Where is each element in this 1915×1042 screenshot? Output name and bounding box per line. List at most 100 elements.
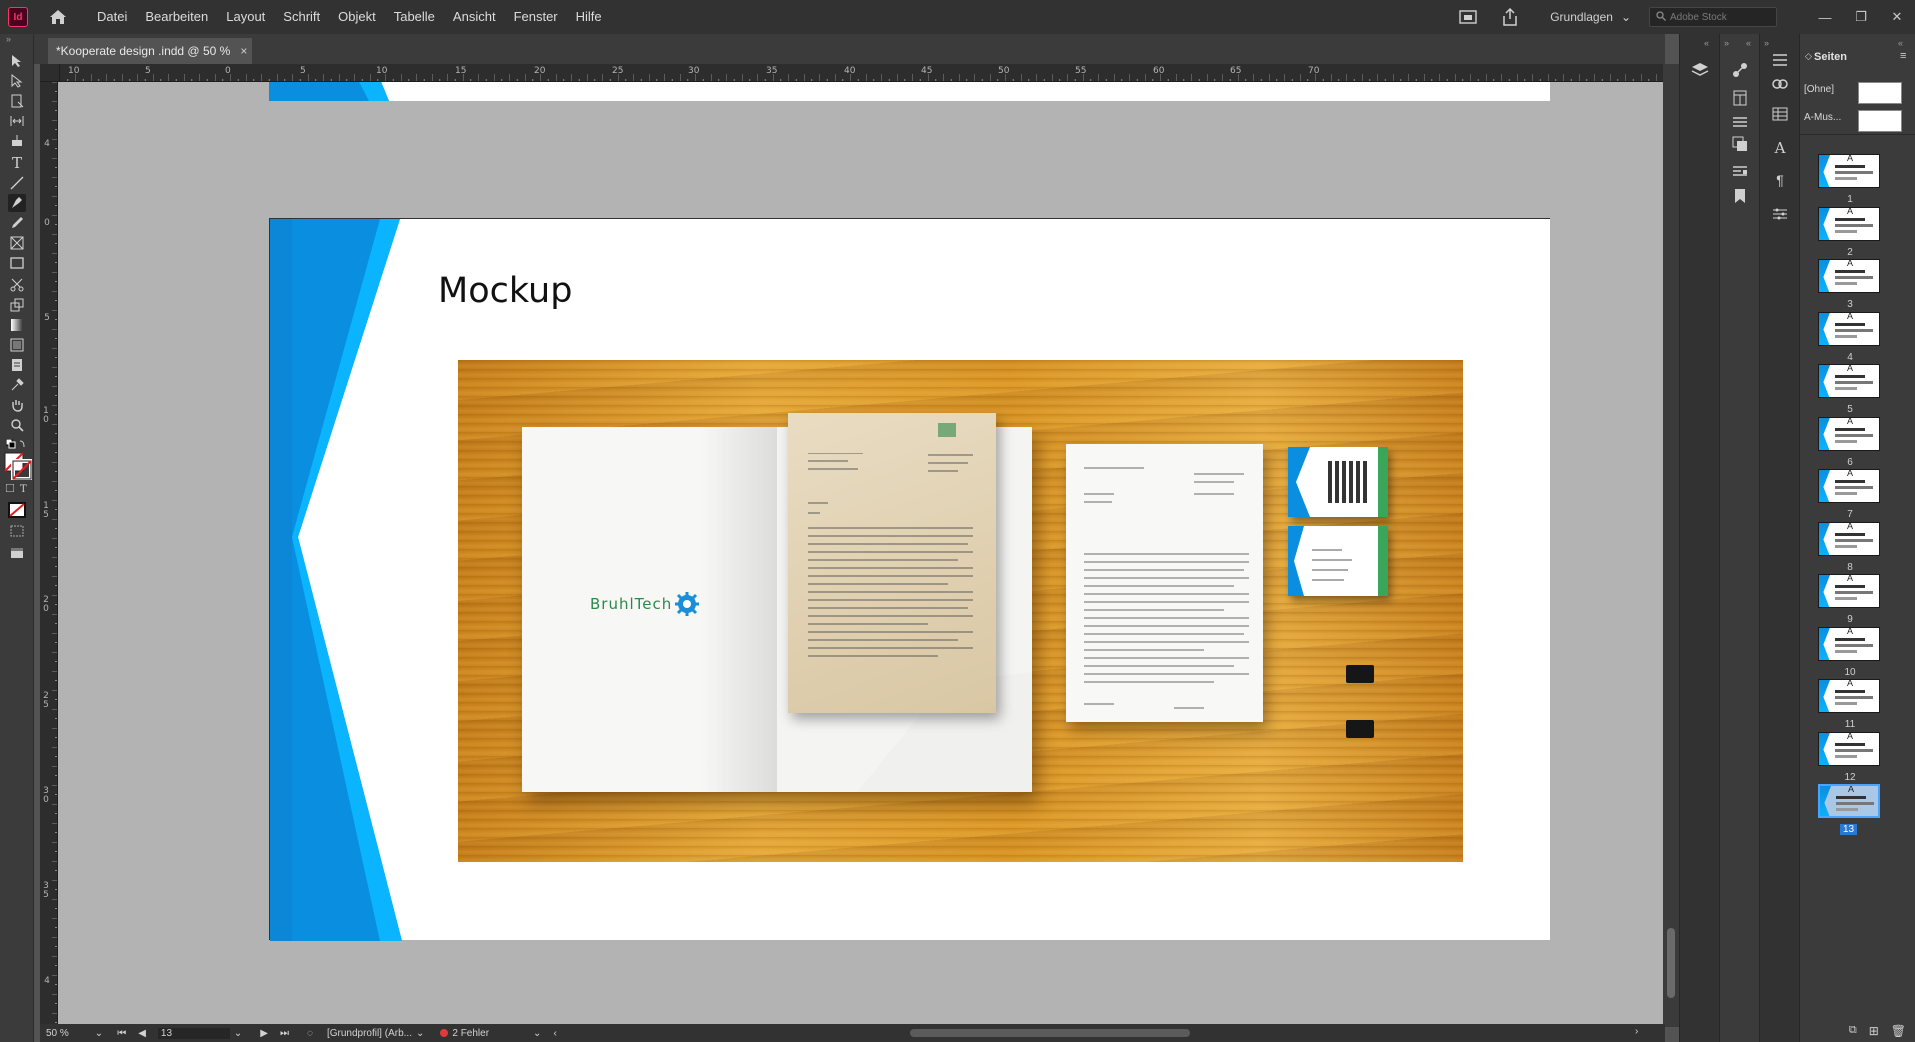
gap-tool-icon[interactable]: [8, 112, 26, 130]
hand-tool-icon[interactable]: [8, 396, 26, 414]
content-collector-icon[interactable]: [8, 132, 26, 150]
panel-menu-icon[interactable]: ≡: [1900, 50, 1906, 62]
workspace-switcher[interactable]: Grundlagen ⌄: [1550, 10, 1631, 24]
gradient-feather-tool-icon[interactable]: [8, 336, 26, 354]
page-thumbnail[interactable]: A 13: [1818, 784, 1882, 835]
home-icon[interactable]: [46, 5, 70, 29]
collapse-icon[interactable]: «: [1746, 38, 1751, 48]
selection-tool-icon[interactable]: [8, 52, 26, 70]
ruler-origin[interactable]: [40, 64, 60, 82]
collapse-icon[interactable]: «: [1704, 38, 1709, 48]
screen-mode-icon[interactable]: [8, 522, 26, 540]
gradient-tool-icon[interactable]: [8, 316, 26, 334]
links-icon[interactable]: [1770, 74, 1790, 94]
preflight-status[interactable]: ◌ [Grundprofil] (Arb... ⌄: [307, 1028, 424, 1039]
horizontal-ruler[interactable]: 10 5 0 5 10 15 20 25 30 35 40 45 50 55 6…: [60, 64, 1665, 82]
publish-online-icon[interactable]: [1456, 5, 1480, 29]
panel-menu-icon[interactable]: [1770, 50, 1790, 70]
first-page-icon[interactable]: ⏮: [117, 1028, 126, 1039]
layers-icon[interactable]: [1690, 60, 1710, 80]
formatting-affects-icons[interactable]: T: [6, 484, 27, 495]
scissors-tool-icon[interactable]: [8, 276, 26, 294]
previous-page[interactable]: [269, 82, 1550, 101]
previous-page-icon[interactable]: ◀: [138, 1028, 146, 1039]
stock-search-input[interactable]: Adobe Stock: [1649, 7, 1777, 27]
restore-icon[interactable]: ❐: [1843, 9, 1879, 25]
current-page[interactable]: Mockup BruhlTech: [269, 218, 1550, 941]
expand-icon[interactable]: »: [1724, 38, 1729, 48]
tools-collapse-icon[interactable]: »: [6, 34, 11, 44]
menu-bearbeiten[interactable]: Bearbeiten: [136, 0, 217, 34]
menu-fenster[interactable]: Fenster: [505, 0, 567, 34]
preview-mode-icon[interactable]: [8, 544, 26, 562]
share-icon[interactable]: [1498, 5, 1522, 29]
collapse-icon[interactable]: «: [1898, 38, 1903, 48]
menu-hilfe[interactable]: Hilfe: [567, 0, 611, 34]
document-tab[interactable]: *Kooperate design .indd @ 50 % ×: [48, 38, 252, 64]
page-thumbnail[interactable]: A6: [1818, 416, 1882, 468]
character-styles-icon[interactable]: A: [1770, 138, 1790, 158]
chevron-down-icon[interactable]: ⌄: [234, 1028, 242, 1039]
menu-tabelle[interactable]: Tabelle: [385, 0, 444, 34]
close-window-icon[interactable]: ✕: [1879, 9, 1915, 25]
zoom-level-select[interactable]: 50 % ⌄: [46, 1028, 103, 1039]
pen-tool-icon[interactable]: [8, 194, 26, 212]
eyedropper-tool-icon[interactable]: [8, 376, 26, 394]
page-thumbnail[interactable]: A2: [1818, 206, 1882, 258]
cc-libraries-icon[interactable]: [1730, 60, 1750, 80]
scroll-right-icon[interactable]: ›: [1635, 1026, 1638, 1037]
close-tab-icon[interactable]: ×: [240, 44, 247, 58]
page-thumbnail[interactable]: A 10: [1818, 626, 1882, 678]
menu-ansicht[interactable]: Ansicht: [444, 0, 505, 34]
page-thumbnail[interactable]: A7: [1818, 469, 1882, 520]
paragraph-styles-icon[interactable]: ¶: [1770, 170, 1790, 190]
pages-panel-header[interactable]: ◇ Seiten ≡: [1800, 48, 1915, 70]
master-a[interactable]: A-Mus...: [1804, 108, 1914, 132]
rectangle-tool-icon[interactable]: [8, 254, 26, 272]
note-tool-icon[interactable]: [8, 356, 26, 374]
mockup-image[interactable]: BruhlTech: [458, 360, 1463, 862]
page-thumbnail[interactable]: A 12: [1818, 731, 1882, 783]
page-thumbnail[interactable]: A4: [1818, 311, 1882, 363]
page-thumbnail[interactable]: A3: [1818, 259, 1882, 310]
error-status[interactable]: 2 Fehler ⌄ ‹: [440, 1028, 557, 1039]
scroll-left-icon[interactable]: ‹: [553, 1028, 556, 1039]
table-icon[interactable]: [1770, 104, 1790, 124]
direct-selection-tool-icon[interactable]: [8, 72, 26, 90]
stroke-icon[interactable]: [1730, 112, 1750, 132]
slide-title[interactable]: Mockup: [438, 271, 572, 311]
type-tool-icon[interactable]: T: [8, 154, 26, 172]
document-canvas[interactable]: Mockup BruhlTech: [58, 82, 1663, 1027]
line-tool-icon[interactable]: [8, 174, 26, 192]
expand-icon[interactable]: »: [1764, 38, 1769, 48]
fill-stroke-swatch[interactable]: [4, 452, 33, 481]
next-page-icon[interactable]: ▶: [260, 1028, 268, 1039]
text-wrap-icon[interactable]: [1730, 162, 1750, 182]
pages-panel-icon[interactable]: [1730, 88, 1750, 108]
menu-objekt[interactable]: Objekt: [329, 0, 385, 34]
menu-layout[interactable]: Layout: [217, 0, 274, 34]
pencil-tool-icon[interactable]: [8, 214, 26, 232]
page-size-icon[interactable]: ⧉: [1849, 1024, 1857, 1037]
properties-icon[interactable]: [1770, 204, 1790, 224]
zoom-tool-icon[interactable]: [8, 416, 26, 434]
bookmark-icon[interactable]: [1730, 186, 1750, 206]
default-colors-icon[interactable]: [5, 438, 28, 452]
new-page-icon[interactable]: ⊞: [1869, 1024, 1879, 1038]
page-tool-icon[interactable]: [8, 92, 26, 110]
page-thumbnail[interactable]: A9: [1818, 574, 1882, 625]
apply-none-icon[interactable]: [8, 502, 26, 518]
menu-schrift[interactable]: Schrift: [274, 0, 329, 34]
horizontal-scroll-thumb[interactable]: [910, 1029, 1190, 1037]
page-thumbnail[interactable]: A8: [1818, 521, 1882, 573]
rectangle-frame-tool-icon[interactable]: [8, 234, 26, 252]
page-thumbnail[interactable]: A5: [1818, 364, 1882, 415]
panel-expand-icon[interactable]: ◇: [1805, 51, 1812, 62]
free-transform-tool-icon[interactable]: [8, 296, 26, 314]
menu-datei[interactable]: Datei: [88, 0, 136, 34]
last-page-icon[interactable]: ⏭: [280, 1028, 289, 1039]
page-thumbnail[interactable]: A 11: [1818, 679, 1882, 730]
delete-page-icon[interactable]: 🗑: [1891, 1024, 1906, 1038]
vertical-ruler[interactable]: 4 0 5 1 0 1 5 2 0 2 5 3 0 3 5 4: [40, 82, 58, 1027]
page-thumbnail[interactable]: A1: [1818, 154, 1882, 205]
